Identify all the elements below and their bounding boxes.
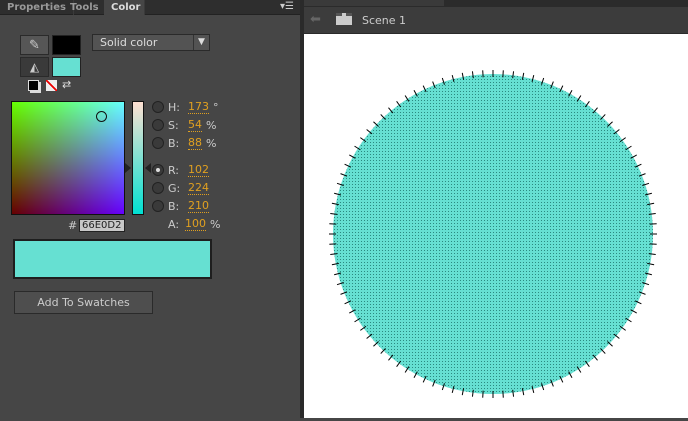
add-to-swatches-button[interactable]: Add To Swatches bbox=[14, 291, 153, 314]
brightness-radio[interactable] bbox=[152, 137, 164, 149]
saturation-row: S:54% bbox=[152, 117, 216, 133]
alpha-value[interactable]: 100 bbox=[185, 218, 206, 231]
color-field[interactable] bbox=[11, 101, 125, 215]
paint-bucket-icon: ◭ bbox=[30, 60, 39, 74]
circle-fill[interactable] bbox=[333, 74, 653, 394]
green-label: G: bbox=[168, 182, 188, 195]
hex-input[interactable]: 66E0D2 bbox=[79, 219, 125, 232]
blue-row: B:210 bbox=[152, 198, 213, 214]
color-preview bbox=[13, 239, 212, 279]
blue-label: B: bbox=[168, 200, 188, 213]
alpha-label: A: bbox=[168, 218, 185, 231]
red-row: R:102 bbox=[152, 162, 213, 178]
green-radio[interactable] bbox=[152, 182, 164, 194]
fill-color-button[interactable]: ◭ bbox=[20, 57, 49, 77]
alpha-unit: % bbox=[210, 218, 220, 231]
black-white-icon[interactable] bbox=[28, 80, 39, 91]
panel-tabs: Properties Tools Color ▾☰ bbox=[0, 0, 300, 15]
scene-label[interactable]: Scene 1 bbox=[362, 14, 406, 27]
fill-type-dropdown[interactable]: Solid color ▼ bbox=[92, 34, 210, 51]
hue-row: H:173 ° bbox=[152, 99, 219, 115]
red-label: R: bbox=[168, 164, 188, 177]
brightness-label: B: bbox=[168, 137, 188, 150]
stroke-color-button[interactable]: ✎ bbox=[20, 35, 49, 55]
slider-arrow-left[interactable] bbox=[125, 163, 131, 173]
stage-canvas[interactable] bbox=[304, 34, 688, 418]
slider-arrow-right[interactable] bbox=[145, 163, 151, 173]
saturation-label: S: bbox=[168, 119, 188, 132]
hex-prefix: # bbox=[68, 219, 77, 232]
stroke-swatch[interactable] bbox=[52, 35, 81, 55]
saturation-unit: % bbox=[206, 119, 216, 132]
swap-colors-icon[interactable]: ⇄ bbox=[62, 78, 71, 91]
pencil-icon: ✎ bbox=[29, 38, 40, 53]
tab-color[interactable]: Color bbox=[104, 0, 145, 15]
brightness-unit: % bbox=[206, 137, 216, 150]
circle-shape[interactable] bbox=[304, 34, 688, 418]
color-panel: Properties Tools Color ▾☰ ✎ ◭ ⇄ Solid co… bbox=[0, 0, 300, 418]
hue-label: H: bbox=[168, 101, 188, 114]
tab-tools[interactable]: Tools bbox=[63, 0, 107, 15]
green-value[interactable]: 224 bbox=[188, 182, 209, 195]
red-radio[interactable] bbox=[152, 164, 164, 176]
saturation-value[interactable]: 54 bbox=[188, 119, 202, 132]
color-field-marker[interactable] bbox=[96, 111, 107, 122]
fill-swatch[interactable] bbox=[52, 57, 81, 77]
alpha-row: A:100% bbox=[168, 216, 220, 232]
panel-menu-icon[interactable]: ▾☰ bbox=[280, 1, 294, 12]
back-arrow-icon[interactable]: ⬅ bbox=[310, 12, 321, 27]
clapperboard-icon bbox=[336, 13, 352, 25]
hue-unit: ° bbox=[213, 101, 219, 114]
green-row: G:224 bbox=[152, 180, 213, 196]
channel-slider[interactable] bbox=[132, 101, 144, 215]
brightness-row: B:88% bbox=[152, 135, 216, 151]
saturation-radio[interactable] bbox=[152, 119, 164, 131]
scene-bar: ⬅ Scene 1 bbox=[304, 7, 688, 34]
fill-type-value: Solid color bbox=[100, 36, 157, 49]
brightness-value[interactable]: 88 bbox=[188, 137, 202, 150]
hue-value[interactable]: 173 bbox=[188, 101, 209, 114]
hue-radio[interactable] bbox=[152, 101, 164, 113]
document-tab[interactable] bbox=[304, 0, 444, 6]
blue-radio[interactable] bbox=[152, 200, 164, 212]
blue-value[interactable]: 210 bbox=[188, 200, 209, 213]
no-color-icon[interactable] bbox=[46, 80, 57, 91]
chevron-down-icon: ▼ bbox=[193, 35, 209, 50]
red-value[interactable]: 102 bbox=[188, 164, 209, 177]
